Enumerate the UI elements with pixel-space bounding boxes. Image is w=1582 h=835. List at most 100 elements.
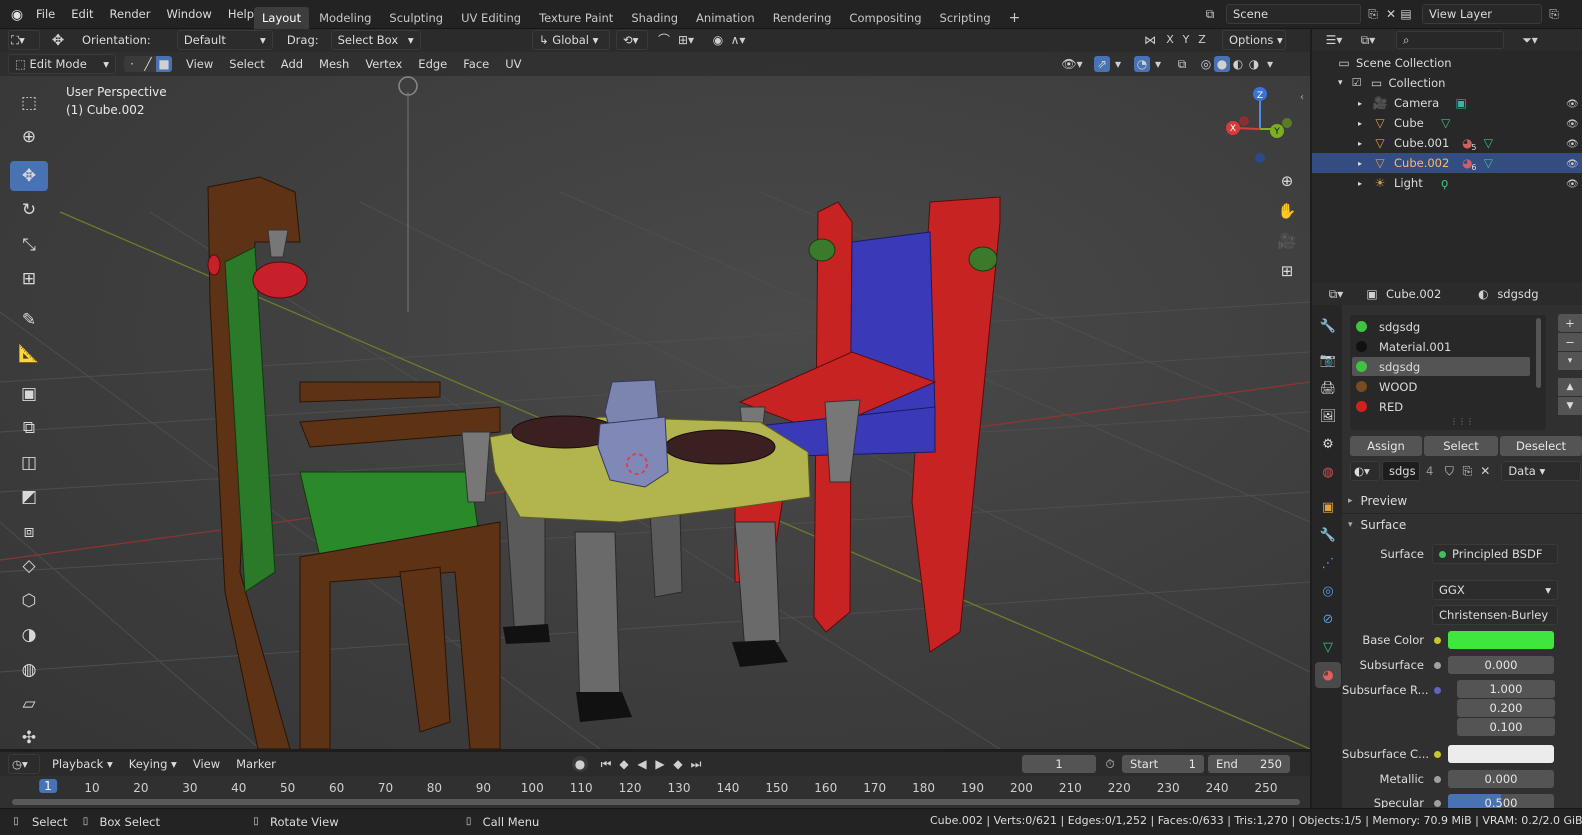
vp-menu-uv[interactable]: UV: [497, 54, 529, 74]
subsurface-radius-x[interactable]: 1.000: [1457, 680, 1555, 698]
material-browse-dropdown[interactable]: ◐▾: [1350, 461, 1380, 481]
tab-animation[interactable]: Animation: [688, 7, 763, 29]
vp-menu-mesh[interactable]: Mesh: [311, 54, 357, 74]
eye-icon[interactable]: 👁: [1566, 95, 1579, 115]
modifier-tab-icon[interactable]: 🔧: [1315, 522, 1341, 548]
outliner-scene-collection[interactable]: ▭ Scene Collection: [1312, 53, 1582, 73]
link-dropdown[interactable]: Data ▾: [1501, 461, 1582, 481]
spin-tool[interactable]: ◑: [10, 620, 48, 650]
transform-orientation-dropdown[interactable]: ↳ Global ▾: [532, 30, 610, 50]
move-tool[interactable]: ✥: [10, 161, 48, 191]
subsurface-radius-z[interactable]: 0.100: [1457, 718, 1555, 736]
edge-slide-tool[interactable]: ▱: [10, 689, 48, 719]
assign-button[interactable]: Assign: [1350, 436, 1422, 456]
tool-tab-icon[interactable]: 🔧: [1315, 313, 1341, 339]
inset-tool[interactable]: ◫: [10, 448, 48, 478]
mode-dropdown[interactable]: ⬚ Edit Mode ▾: [8, 54, 116, 74]
vp-menu-face[interactable]: Face: [455, 54, 497, 74]
remove-slot-button[interactable]: −: [1558, 333, 1582, 351]
visibility-icon[interactable]: 👁▾: [1060, 56, 1084, 72]
unlink-material-icon[interactable]: ✕: [1477, 463, 1493, 479]
timeline-scrollbar[interactable]: [12, 799, 1300, 805]
view-layer-icon[interactable]: ▤: [1392, 6, 1420, 22]
mirror-y-toggle[interactable]: Y: [1178, 32, 1194, 48]
annotate-tool[interactable]: ✎: [10, 305, 48, 335]
view-layer-tab-icon[interactable]: 🖼: [1315, 403, 1341, 429]
preview-expand-icon[interactable]: ▸: [1348, 496, 1353, 506]
subsurface-method-dropdown[interactable]: Christensen-Burley▾: [1432, 605, 1558, 640]
menu-window[interactable]: Window: [158, 0, 219, 29]
vp-menu-view[interactable]: View: [178, 54, 221, 74]
collapse-sidebar-icon[interactable]: ‹: [1300, 92, 1304, 103]
pan-hand-icon[interactable]: ✋: [1274, 198, 1300, 224]
vp-menu-add[interactable]: Add: [273, 54, 311, 74]
blender-logo-icon[interactable]: ◉: [6, 7, 28, 23]
view-layer-field[interactable]: View Layer: [1422, 4, 1542, 24]
eye-icon[interactable]: 👁: [1566, 155, 1579, 175]
vertex-select-icon[interactable]: ·: [124, 56, 140, 72]
tab-modeling[interactable]: Modeling: [311, 7, 379, 29]
shading-solid-icon[interactable]: ●: [1214, 56, 1230, 72]
outliner-item-camera[interactable]: ▸ 🎥 Camera ▣: [1312, 93, 1582, 113]
mirror-z-toggle[interactable]: Z: [1194, 32, 1210, 48]
bevel-tool[interactable]: ◩: [10, 482, 48, 512]
copy-scene-icon[interactable]: ⎘: [1365, 6, 1381, 22]
shading-material-icon[interactable]: ◐: [1230, 56, 1246, 72]
shading-dropdown-icon[interactable]: ▾: [1262, 56, 1278, 72]
gizmo-toggle-icon[interactable]: ⇗: [1094, 56, 1110, 72]
eye-icon[interactable]: 👁: [1566, 115, 1579, 135]
scene-field[interactable]: Scene: [1226, 4, 1361, 24]
shrink-fatten-tool[interactable]: ✣: [10, 723, 48, 749]
navigation-gizmo[interactable]: Z Y X: [1220, 84, 1300, 174]
tab-compositing[interactable]: Compositing: [841, 7, 929, 29]
outliner-item-light[interactable]: ▸ ☀ Light ϙ: [1312, 173, 1582, 193]
fake-user-shield-icon[interactable]: ⛉: [1441, 463, 1457, 479]
start-frame-field[interactable]: Start 1: [1122, 755, 1204, 773]
cube-001-expand-icon[interactable]: ▸: [1358, 139, 1362, 148]
ortho-grid-icon[interactable]: ⊞: [1274, 258, 1300, 284]
end-frame-field[interactable]: End 250: [1208, 755, 1290, 773]
base-color-swatch[interactable]: [1448, 631, 1554, 649]
proportional-falloff-icon[interactable]: ∧▾: [726, 32, 750, 48]
tab-scripting[interactable]: Scripting: [932, 7, 999, 29]
timeline-menu-keying[interactable]: Keying ▾: [121, 754, 185, 774]
add-slot-button[interactable]: +: [1558, 314, 1582, 332]
camera-expand-icon[interactable]: ▸: [1358, 99, 1362, 108]
data-tab-icon[interactable]: ▽: [1315, 634, 1341, 660]
xray-icon[interactable]: ⧉: [1174, 56, 1190, 72]
outliner-editor-type-icon[interactable]: ☰▾: [1320, 32, 1348, 48]
metallic-field[interactable]: 0.000: [1448, 770, 1554, 788]
output-tab-icon[interactable]: 🖨: [1315, 375, 1341, 401]
surface-panel-header[interactable]: ▾ Surface: [1342, 514, 1582, 536]
vp-menu-vertex[interactable]: Vertex: [357, 54, 410, 74]
properties-editor-type-icon[interactable]: ⧉▾: [1322, 286, 1350, 302]
preview-panel-header[interactable]: ▸ Preview: [1342, 490, 1582, 512]
constraints-tab-icon[interactable]: ⊘: [1315, 606, 1341, 632]
camera-view-icon[interactable]: 🎥: [1274, 228, 1300, 254]
frame-ruler[interactable]: 1 10 20 30 40 50 60 70 80 90 100 110 120 130 140 150 160…: [0, 776, 1310, 798]
object-tab-icon[interactable]: ▣: [1315, 494, 1341, 520]
timeline-body[interactable]: 1 10 20 30 40 50 60 70 80 90 100 110 120 130 140 150 160…: [0, 776, 1310, 808]
slot-menu-button[interactable]: ▾: [1558, 352, 1582, 370]
outliner-item-cube-001[interactable]: ▸ ▽ Cube.001 ◕ 5 ▽: [1312, 133, 1582, 153]
subsurface-radius-y[interactable]: 0.200: [1457, 699, 1555, 717]
material-tab-icon[interactable]: ◕: [1315, 662, 1341, 688]
gizmo-dropdown-icon[interactable]: ▾: [1110, 56, 1126, 72]
timeline-menu-playback[interactable]: Playback ▾: [44, 754, 121, 774]
pivot-point-dropdown[interactable]: ⟲▾: [616, 30, 648, 50]
drag-dropdown[interactable]: Select Box ▾: [330, 30, 421, 50]
overlay-dropdown-icon[interactable]: ▾: [1150, 56, 1166, 72]
3d-viewport[interactable]: User Perspective (1) Cube.002 ⬚ ⊕ ✥ ↻ ⤡ …: [0, 52, 1310, 749]
select-box-tool[interactable]: ⬚: [10, 88, 48, 118]
material-name-field[interactable]: sdgs: [1382, 461, 1420, 481]
poly-build-tool[interactable]: ⬡: [10, 586, 48, 616]
cube-expand-icon[interactable]: ▸: [1358, 119, 1362, 128]
outliner-display-mode-icon[interactable]: ⧉▾: [1354, 32, 1382, 48]
tab-rendering[interactable]: Rendering: [765, 7, 840, 29]
extrude-tool[interactable]: ⧉: [10, 413, 48, 443]
rotate-tool[interactable]: ↻: [10, 195, 48, 225]
filter-icon[interactable]: ⏷▾: [1518, 32, 1542, 48]
render-tab-icon[interactable]: 📷: [1315, 347, 1341, 373]
edge-select-icon[interactable]: ╱: [140, 56, 156, 72]
cursor-tool[interactable]: ⊕: [10, 122, 48, 152]
